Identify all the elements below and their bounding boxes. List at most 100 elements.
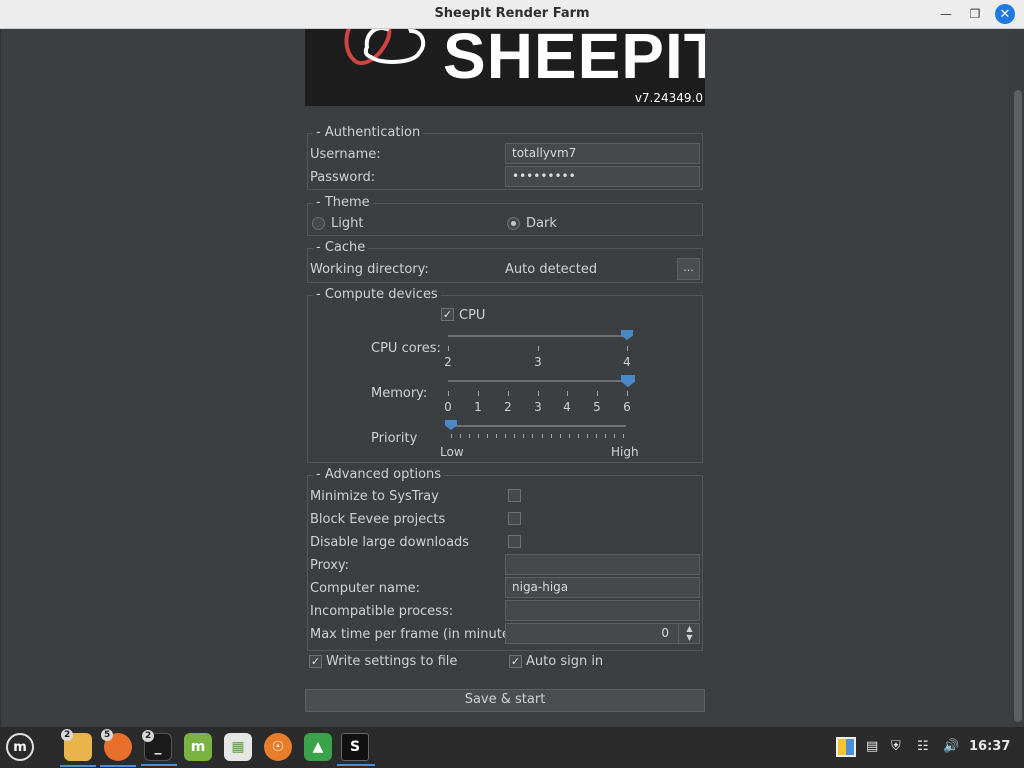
files-badge: 2 xyxy=(61,729,74,741)
browse-button[interactable]: ... xyxy=(677,258,700,280)
incompatible-process-field[interactable] xyxy=(505,600,700,621)
cpu-tick-label: 2 xyxy=(444,355,452,369)
theme-dark-radio[interactable] xyxy=(507,217,520,230)
close-button[interactable]: ✕ xyxy=(995,4,1015,24)
cpu-tick xyxy=(448,346,449,351)
clipboard-icon[interactable]: ▤ xyxy=(866,739,878,754)
memory-tick-label: 3 xyxy=(534,400,542,414)
title-bar: SheepIt Render Farm — ❐ ✕ xyxy=(0,0,1024,29)
working-directory-label: Working directory: xyxy=(310,262,429,277)
tray-app-icon[interactable] xyxy=(836,737,856,757)
firefox-icon[interactable]: 5 xyxy=(100,729,136,767)
priority-low-label: Low xyxy=(440,445,464,459)
shield-icon[interactable]: ▲ xyxy=(304,733,332,761)
advanced-options-legend: - Advanced options xyxy=(313,467,445,482)
memory-tick-label: 2 xyxy=(504,400,512,414)
max-time-spinner[interactable]: ▲ ▼ xyxy=(678,624,700,645)
priority-tick xyxy=(613,434,615,438)
priority-tick xyxy=(595,434,597,438)
auto-signin-label: Auto sign in xyxy=(526,654,604,669)
save-start-button[interactable]: Save & start xyxy=(305,689,705,712)
memory-tick-label: 4 xyxy=(563,400,571,414)
active-indicator xyxy=(60,765,96,767)
priority-high-label: High xyxy=(611,445,639,459)
password-field[interactable]: ••••••••• xyxy=(505,166,700,187)
theme-light-radio[interactable] xyxy=(312,217,325,230)
sheepit-taskbar-icon[interactable]: S xyxy=(337,733,375,766)
minimize-button[interactable]: — xyxy=(936,4,956,24)
version-label: v7.24349.0 xyxy=(634,91,703,105)
minimize-systray-checkbox[interactable] xyxy=(508,489,521,502)
firefox-badge: 5 xyxy=(101,729,114,741)
priority-slider-track[interactable] xyxy=(448,425,626,427)
memory-tick xyxy=(448,391,449,396)
priority-tick xyxy=(478,434,480,438)
memory-tick xyxy=(627,391,628,396)
cpu-tick-label: 3 xyxy=(534,355,542,369)
incompatible-process-label: Incompatible process: xyxy=(310,604,454,619)
software-manager-icon[interactable]: ▦ xyxy=(224,733,252,761)
theme-dark-label: Dark xyxy=(526,216,557,231)
logo-wordmark: SHEEPIT xyxy=(443,29,705,92)
priority-label: Priority xyxy=(371,431,418,446)
cpu-label: CPU xyxy=(459,308,486,323)
priority-tick xyxy=(532,434,534,438)
computer-name-field[interactable]: niga-higa xyxy=(505,577,700,598)
blender-icon[interactable]: ☉ xyxy=(264,733,292,761)
clock[interactable]: 16:37 xyxy=(969,739,1010,754)
computer-name-label: Computer name: xyxy=(310,581,421,596)
cpu-cores-label: CPU cores: xyxy=(371,341,441,356)
memory-tick-label: 5 xyxy=(593,400,601,414)
memory-tick xyxy=(538,391,539,396)
minimize-systray-label: Minimize to SysTray xyxy=(310,489,439,504)
mint-menu-icon[interactable]: m xyxy=(6,733,34,761)
terminal-badge: 2 xyxy=(142,730,155,742)
write-settings-label: Write settings to file xyxy=(326,654,458,669)
active-indicator xyxy=(141,764,177,766)
cache-legend: - Cache xyxy=(313,240,369,255)
password-label: Password: xyxy=(310,170,376,185)
active-indicator xyxy=(100,765,136,767)
auto-signin-checkbox[interactable]: ✓ xyxy=(509,655,522,668)
memory-tick xyxy=(478,391,479,396)
memory-tick-label: 1 xyxy=(474,400,482,414)
cpu-tick xyxy=(627,346,628,351)
cpu-tick-label: 4 xyxy=(623,355,631,369)
maximize-button[interactable]: ❐ xyxy=(965,4,985,24)
memory-tick xyxy=(567,391,568,396)
priority-tick xyxy=(623,434,624,438)
shield-tray-icon[interactable]: ⛨ xyxy=(891,739,901,754)
memory-tick-label: 6 xyxy=(623,400,631,414)
disable-large-downloads-checkbox[interactable] xyxy=(508,535,521,548)
mint-update-icon[interactable]: m xyxy=(184,733,212,761)
network-icon[interactable]: ☷ xyxy=(917,739,929,754)
memory-tick xyxy=(597,391,598,396)
theme-light-label: Light xyxy=(331,216,364,231)
cpu-checkbox[interactable]: ✓ xyxy=(441,308,454,321)
priority-tick xyxy=(514,434,516,438)
write-settings-checkbox[interactable]: ✓ xyxy=(309,655,322,668)
block-eevee-checkbox[interactable] xyxy=(508,512,521,525)
priority-tick xyxy=(559,434,561,438)
disable-large-downloads-label: Disable large downloads xyxy=(310,535,470,550)
cpu-cores-slider-track[interactable] xyxy=(448,335,628,337)
priority-tick xyxy=(505,434,507,438)
scrollbar-thumb[interactable] xyxy=(1014,90,1022,722)
terminal-icon[interactable]: _ 2 xyxy=(141,730,177,766)
max-time-label: Max time per frame (in minute): xyxy=(310,627,520,642)
priority-tick xyxy=(550,434,552,438)
username-label: Username: xyxy=(310,147,381,162)
priority-tick xyxy=(496,434,498,438)
username-field[interactable]: totallyvm7 xyxy=(505,143,700,164)
max-time-field[interactable]: 0 xyxy=(505,623,700,644)
files-icon[interactable]: 2 xyxy=(60,729,96,767)
priority-tick xyxy=(523,434,525,438)
priority-tick xyxy=(586,434,588,438)
memory-label: Memory: xyxy=(371,386,428,401)
memory-slider-track[interactable] xyxy=(448,380,628,382)
priority-tick xyxy=(469,434,471,438)
compute-devices-legend: - Compute devices xyxy=(313,287,441,302)
priority-tick xyxy=(541,434,543,438)
volume-icon[interactable]: 🔊 xyxy=(943,739,959,754)
proxy-field[interactable] xyxy=(505,554,700,575)
